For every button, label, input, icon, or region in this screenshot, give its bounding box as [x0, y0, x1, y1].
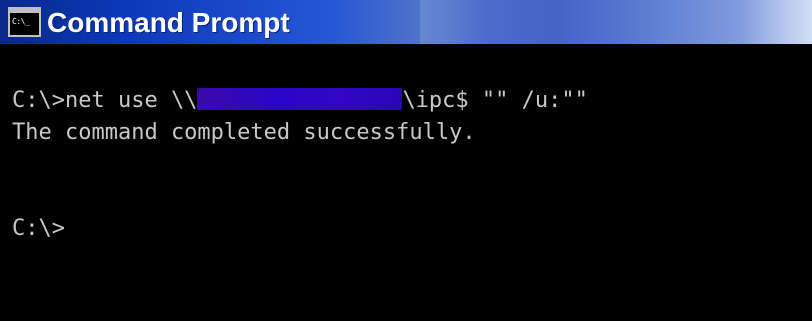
- console-line-prompt: C:\>: [12, 216, 65, 241]
- console-line-result: The command completed successfully.: [12, 120, 476, 145]
- command-text-prefix: C:\>net use \\: [12, 88, 198, 113]
- command-prompt-icon-glyph: C:\_: [12, 17, 30, 26]
- redacted-host: [197, 88, 403, 110]
- window-title: Command Prompt: [47, 7, 290, 38]
- console-line-command: C:\>net use \\ \ipc$ "" /u:"": [12, 88, 588, 114]
- console-output-area[interactable]: C:\>net use \\ \ipc$ "" /u:"" The command…: [0, 44, 812, 321]
- command-text-suffix: \ipc$ "" /u:"": [402, 88, 588, 113]
- command-prompt-icon[interactable]: C:\_: [8, 7, 41, 37]
- title-bar-gradient: [420, 0, 812, 44]
- title-bar[interactable]: C:\_ Command Prompt: [0, 0, 812, 44]
- command-prompt-window: C:\_ Command Prompt C:\>net use \\ \ipc$ …: [0, 0, 812, 321]
